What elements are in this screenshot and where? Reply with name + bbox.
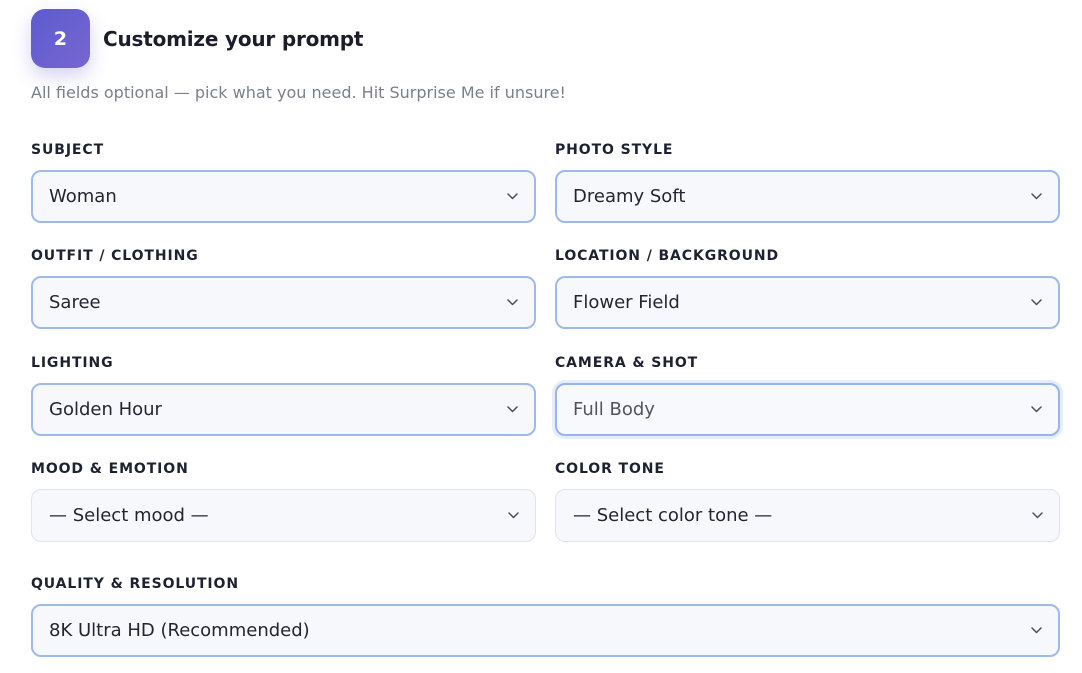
outfit-select[interactable]: Saree xyxy=(31,276,536,329)
camera-select[interactable]: Full Body xyxy=(555,383,1060,436)
color-tone-field: COLOR TONE — Select color tone — xyxy=(555,459,1060,542)
photo-style-field: PHOTO STYLE Dreamy Soft xyxy=(555,140,1060,223)
mood-field: MOOD & EMOTION — Select mood — xyxy=(31,459,536,542)
mood-label: MOOD & EMOTION xyxy=(31,461,189,477)
lighting-label: LIGHTING xyxy=(31,355,114,371)
location-value: Flower Field xyxy=(573,292,680,313)
chevron-down-icon xyxy=(506,191,518,203)
customize-prompt-section: 2 Customize your prompt All fields optio… xyxy=(0,0,1082,673)
color-tone-value: — Select color tone — xyxy=(573,505,773,526)
lighting-value: Golden Hour xyxy=(49,399,162,420)
color-tone-label: COLOR TONE xyxy=(555,461,665,477)
location-select[interactable]: Flower Field xyxy=(555,276,1060,329)
chevron-down-icon xyxy=(506,297,518,309)
chevron-down-icon xyxy=(507,510,519,522)
camera-label: CAMERA & SHOT xyxy=(555,355,699,371)
camera-field: CAMERA & SHOT Full Body xyxy=(555,353,1060,436)
quality-select[interactable]: 8K Ultra HD (Recommended) xyxy=(31,604,1060,657)
section-subtitle: All fields optional — pick what you need… xyxy=(31,83,566,102)
location-label: LOCATION / BACKGROUND xyxy=(555,248,779,264)
lighting-select[interactable]: Golden Hour xyxy=(31,383,536,436)
chevron-down-icon xyxy=(1030,191,1042,203)
color-tone-select[interactable]: — Select color tone — xyxy=(555,489,1060,542)
lighting-field: LIGHTING Golden Hour xyxy=(31,353,536,436)
chevron-down-icon xyxy=(506,404,518,416)
quality-label: QUALITY & RESOLUTION xyxy=(31,576,239,592)
outfit-label: OUTFIT / CLOTHING xyxy=(31,248,199,264)
subject-value: Woman xyxy=(49,186,117,207)
chevron-down-icon xyxy=(1030,297,1042,309)
chevron-down-icon xyxy=(1031,510,1043,522)
quality-value: 8K Ultra HD (Recommended) xyxy=(49,620,310,641)
outfit-field: OUTFIT / CLOTHING Saree xyxy=(31,246,536,329)
photo-style-label: PHOTO STYLE xyxy=(555,142,674,158)
step-number-badge: 2 xyxy=(31,9,90,68)
subject-select[interactable]: Woman xyxy=(31,170,536,223)
mood-select[interactable]: — Select mood — xyxy=(31,489,536,542)
mood-value: — Select mood — xyxy=(49,505,209,526)
quality-field: QUALITY & RESOLUTION 8K Ultra HD (Recomm… xyxy=(31,574,1060,657)
photo-style-select[interactable]: Dreamy Soft xyxy=(555,170,1060,223)
chevron-down-icon xyxy=(1030,404,1042,416)
location-field: LOCATION / BACKGROUND Flower Field xyxy=(555,246,1060,329)
subject-field: SUBJECT Woman xyxy=(31,140,536,223)
step-header: 2 Customize your prompt xyxy=(31,9,363,68)
camera-value: Full Body xyxy=(573,399,655,420)
outfit-value: Saree xyxy=(49,292,101,313)
photo-style-value: Dreamy Soft xyxy=(573,186,686,207)
subject-label: SUBJECT xyxy=(31,142,105,158)
section-title: Customize your prompt xyxy=(103,26,364,51)
chevron-down-icon xyxy=(1030,625,1042,637)
